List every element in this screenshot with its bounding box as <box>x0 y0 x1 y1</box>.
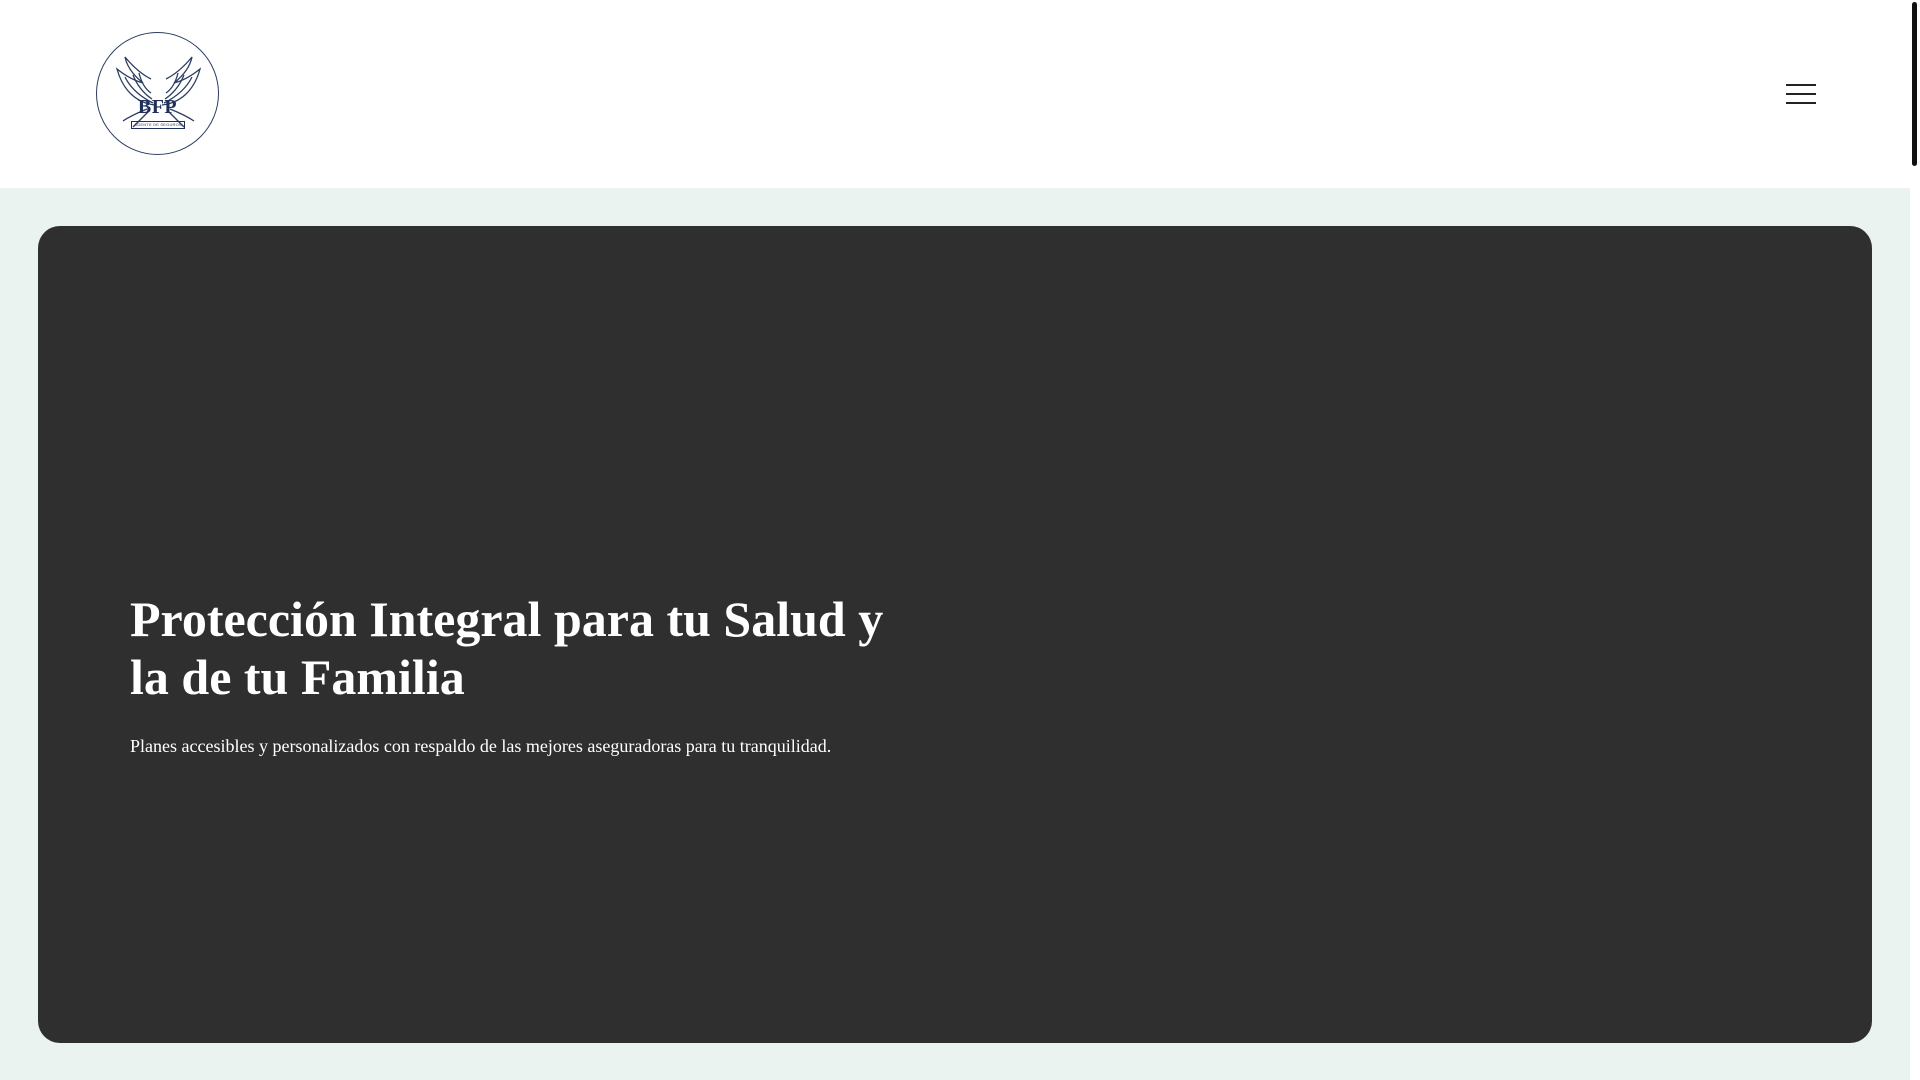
menu-line <box>1786 93 1816 95</box>
hero-banner: Protección Integral para tu Salud y la d… <box>38 226 1872 1043</box>
menu-line <box>1786 84 1816 86</box>
logo-subtext: AGENTE DE SEGUROS <box>131 121 185 129</box>
menu-line <box>1786 102 1816 104</box>
hamburger-menu-icon[interactable] <box>1782 78 1818 110</box>
scrollbar-thumb[interactable] <box>1912 2 1917 166</box>
angel-wings-icon <box>115 56 202 128</box>
logo-text: BFP <box>137 96 178 118</box>
site-header: BFP AGENTE DE SEGUROS <box>0 0 1910 188</box>
hero-title: Protección Integral para tu Salud y la d… <box>130 591 884 705</box>
hero-subtitle: Planes accesibles y personalizados con r… <box>130 736 832 756</box>
page: BFP AGENTE DE SEGUROS Protección Integra… <box>0 0 1920 1080</box>
scrollbar[interactable] <box>1910 0 1920 1080</box>
site-logo[interactable]: BFP AGENTE DE SEGUROS <box>96 32 219 155</box>
